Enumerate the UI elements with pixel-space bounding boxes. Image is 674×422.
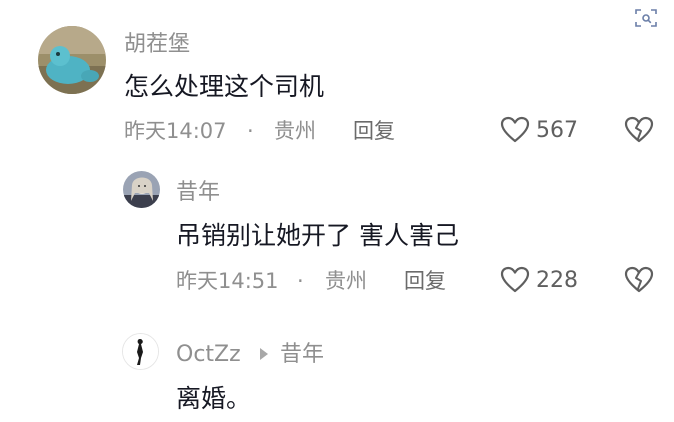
- reply-button[interactable]: 回复: [404, 268, 446, 294]
- like-count: 567: [536, 118, 578, 143]
- comment-text: 吊销别让她开了 害人害己: [176, 221, 459, 250]
- reply-comment-item: OctZz 昔年 离婚。: [0, 310, 674, 422]
- comment-author[interactable]: 昔年: [176, 180, 220, 206]
- comment-time: 昨天14:07: [124, 119, 227, 143]
- comment-time: 昨天14:51: [176, 269, 279, 293]
- meta-separator: ·: [247, 119, 254, 143]
- reply-target[interactable]: 昔年: [280, 342, 324, 368]
- dislike-icon[interactable]: [624, 116, 654, 144]
- like-icon[interactable]: [500, 266, 530, 294]
- avatar[interactable]: [123, 171, 160, 208]
- reply-button[interactable]: 回复: [353, 118, 395, 144]
- comment-item: 胡茬堡 怎么处理这个司机 昨天14:07 · 贵州 回复 567: [0, 0, 674, 160]
- comment-location: 贵州: [325, 269, 367, 293]
- avatar[interactable]: [122, 333, 159, 370]
- like-count: 228: [536, 268, 578, 293]
- dislike-icon[interactable]: [624, 266, 654, 294]
- comment-text: 离婚。: [176, 384, 252, 413]
- comment-text: 怎么处理这个司机: [124, 72, 325, 101]
- meta-separator: ·: [297, 269, 304, 293]
- comment-author[interactable]: OctZz: [176, 342, 241, 368]
- reply-comment-item: 昔年 吊销别让她开了 害人害己 昨天14:51 · 贵州 回复 228: [0, 160, 674, 310]
- comment-location: 贵州: [274, 119, 316, 143]
- like-icon[interactable]: [500, 116, 530, 144]
- avatar[interactable]: [38, 26, 106, 94]
- comment-author[interactable]: 胡茬堡: [124, 32, 190, 58]
- reply-arrow-icon: [258, 346, 270, 362]
